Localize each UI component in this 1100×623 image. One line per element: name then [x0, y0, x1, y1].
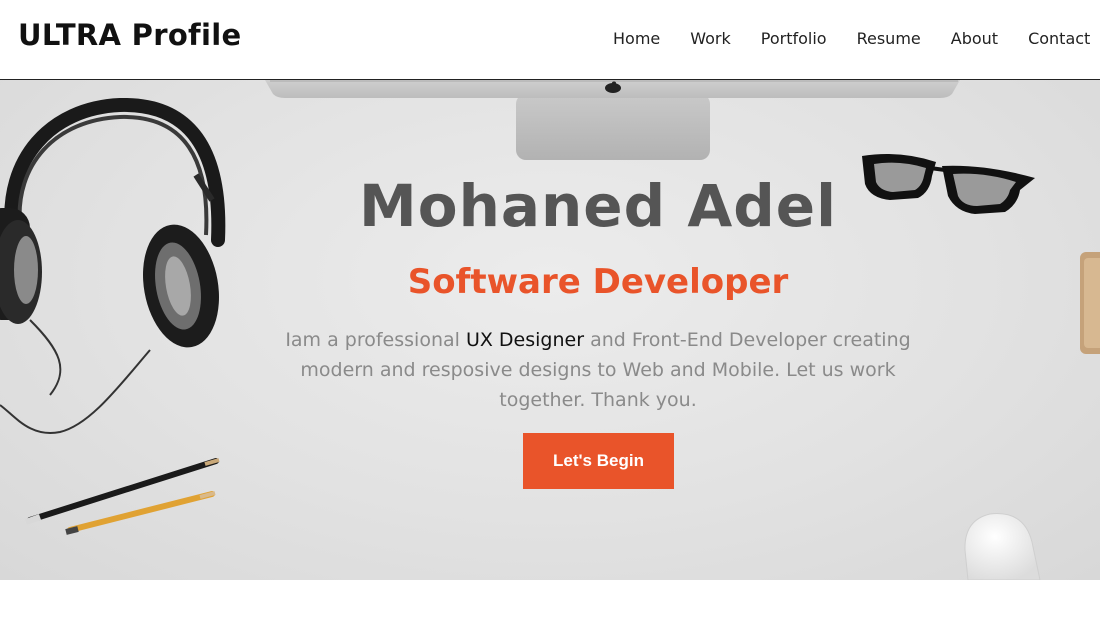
lets-begin-button[interactable]: Let's Begin [523, 433, 674, 489]
nav-link-work[interactable]: Work [690, 29, 731, 48]
hero-name: Mohaned Adel [359, 172, 837, 240]
navbar: ULTRA Profile Home Work Portfolio Resume… [0, 0, 1100, 80]
hero-description-start: Iam a professional [285, 329, 466, 351]
hero-content: Mohaned Adel Software Developer Iam a pr… [0, 80, 1100, 580]
nav-link-home[interactable]: Home [613, 29, 660, 48]
brand-logo[interactable]: ULTRA Profile [18, 18, 241, 52]
nav-link-contact[interactable]: Contact [1028, 29, 1090, 48]
hero-description-highlight: UX Designer [465, 329, 585, 351]
hero-description: Iam a professional UX Designer and Front… [273, 325, 923, 415]
nav-menu: Home Work Portfolio Resume About Contact [613, 29, 1100, 48]
nav-link-about[interactable]: About [951, 29, 998, 48]
nav-link-resume[interactable]: Resume [857, 29, 921, 48]
hero-section: Mohaned Adel Software Developer Iam a pr… [0, 80, 1100, 580]
nav-link-portfolio[interactable]: Portfolio [761, 29, 827, 48]
hero-role: Software Developer [407, 262, 789, 302]
